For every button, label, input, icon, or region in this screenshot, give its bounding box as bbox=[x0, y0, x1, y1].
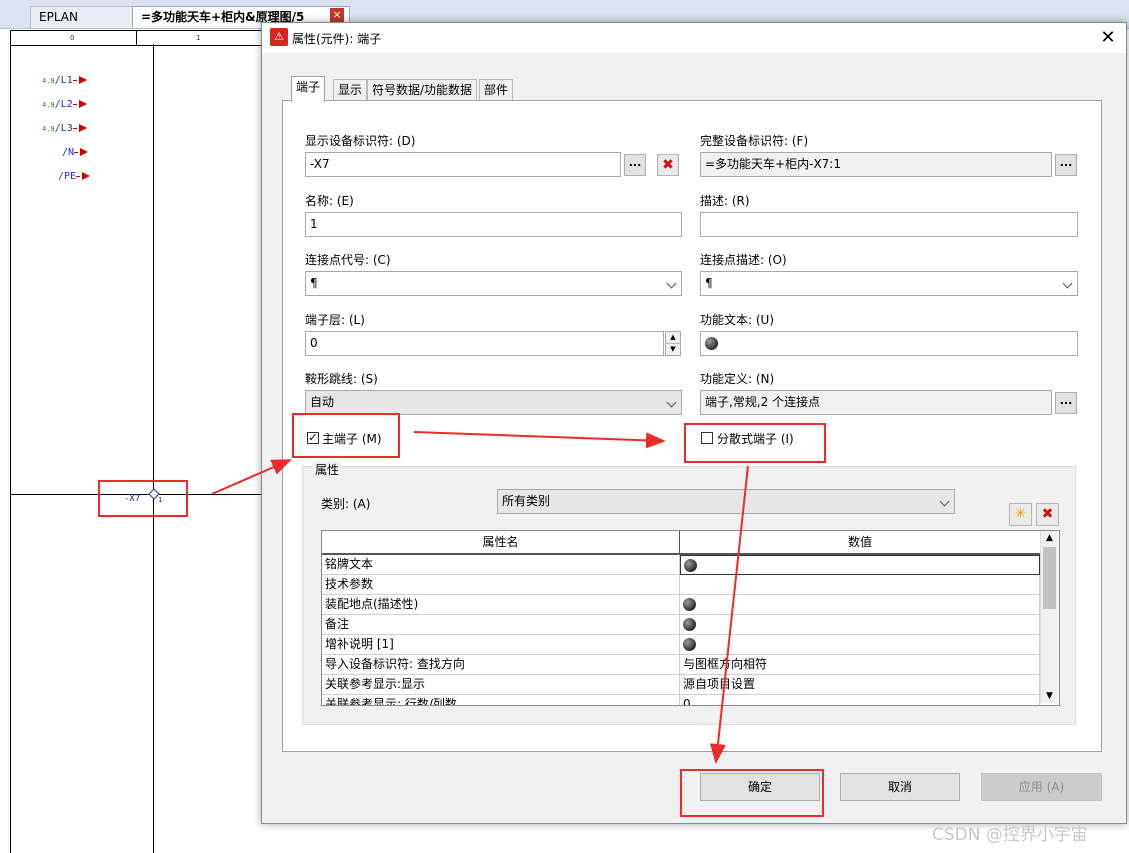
annotation-arrows bbox=[211, 431, 749, 764]
arrow-distributed-to-ok bbox=[709, 465, 749, 764]
watermark: CSDN @控界小宇宙 bbox=[932, 825, 1088, 845]
arrow-terminal-to-main bbox=[211, 459, 292, 495]
arrow-main-to-distributed bbox=[413, 431, 666, 449]
tab-terminal[interactable]: 端子 bbox=[291, 76, 326, 102]
